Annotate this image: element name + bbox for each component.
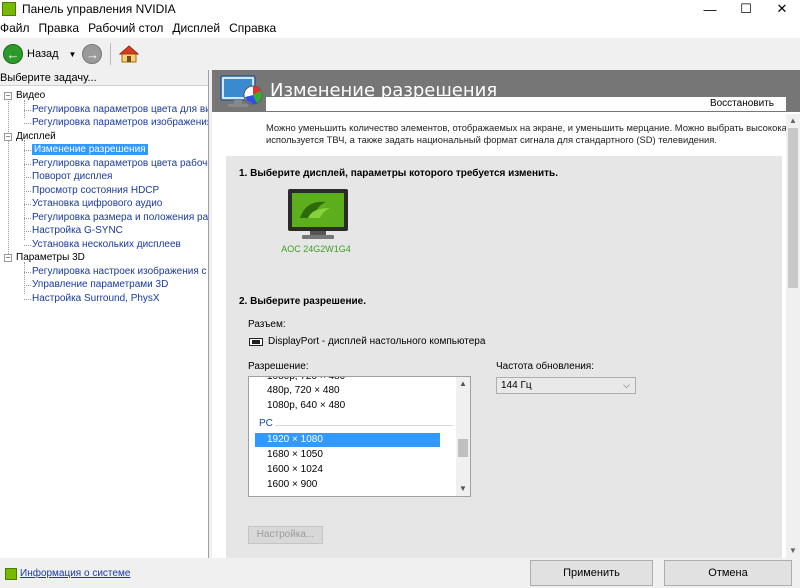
resolution-list-scrollbar[interactable]: ▲ ▼ [456, 377, 470, 496]
status-bar: Информация о системе Применить Отмена [0, 558, 800, 588]
resolution-group-pc: PC [259, 418, 273, 429]
menu-display[interactable]: Дисплей [170, 21, 227, 35]
tree-category-display[interactable]: − Дисплей [0, 130, 208, 144]
scroll-thumb[interactable] [458, 439, 468, 457]
collapse-icon[interactable]: − [4, 132, 12, 141]
scroll-down-icon[interactable]: ▼ [789, 546, 797, 555]
tree-item-rotate-display[interactable]: Поворот дисплея [0, 170, 208, 184]
menu-help[interactable]: Справка [227, 21, 283, 35]
tree-category-video[interactable]: − Видео [0, 89, 208, 103]
content-scrollbar[interactable]: ▲ ▼ [786, 114, 800, 558]
resolution-option[interactable]: 480p, 720 × 480 [267, 384, 340, 398]
menu-desktop[interactable]: Рабочий стол [86, 21, 170, 35]
connector-value: DisplayPort - дисплей настольного компью… [268, 336, 486, 347]
collapse-icon[interactable]: − [4, 92, 12, 100]
monitor-icon[interactable] [286, 188, 350, 240]
apply-button[interactable]: Применить [530, 560, 653, 586]
tree-item-digital-audio[interactable]: Установка цифрового аудио [0, 197, 208, 211]
page-description: Можно уменьшить количество элементов, от… [266, 122, 792, 145]
tree-item-surround-physx[interactable]: Настройка Surround, PhysX [0, 292, 208, 306]
tree-item-multiple-displays[interactable]: Установка нескольких дисплеев [0, 238, 208, 252]
system-info-icon[interactable] [5, 568, 17, 580]
resolution-option[interactable]: 1680 × 1050 [267, 448, 323, 462]
displayport-icon [249, 338, 263, 346]
refresh-rate-label: Частота обновления: [496, 361, 594, 372]
close-button[interactable]: ✕ [764, 0, 800, 18]
tree-item-video-image[interactable]: Регулировка параметров изображения д [0, 116, 208, 130]
scroll-down-icon[interactable]: ▼ [459, 484, 467, 493]
scroll-up-icon[interactable]: ▲ [789, 116, 797, 125]
resolution-label: Разрешение: [248, 361, 309, 372]
maximize-button[interactable]: ☐ [728, 0, 764, 18]
menu-edit[interactable]: Правка [37, 21, 87, 35]
window-title: Панель управления NVIDIA [22, 2, 176, 16]
toolbar: ← Назад ▼ → [0, 38, 800, 70]
back-arrow-icon[interactable]: ← [3, 44, 23, 64]
resolution-option[interactable]: 1080p, 720 × 480 [267, 377, 345, 384]
task-panel: Выберите задачу... − Видео Регулировка па… [0, 70, 209, 558]
step1-heading: 1. Выберите дисплей, параметры которого … [239, 168, 558, 179]
tree-item-image-settings-preview[interactable]: Регулировка настроек изображения с пр [0, 265, 208, 279]
cancel-button[interactable]: Отмена [664, 560, 792, 586]
settings-area: 1. Выберите дисплей, параметры которого … [226, 156, 782, 558]
step2-heading: 2. Выберите разрешение. [239, 296, 366, 307]
collapse-icon[interactable]: − [4, 254, 12, 262]
history-dropdown-icon[interactable]: ▼ [69, 50, 77, 59]
resolution-list[interactable]: 1080p, 720 × 480 480p, 720 × 480 1080p, … [248, 376, 471, 497]
content-panel: Изменение разрешения Восстановить Можно … [212, 70, 800, 558]
resolution-option[interactable]: 1080p, 640 × 480 [267, 399, 345, 413]
resolution-option-selected[interactable]: 1920 × 1080 [255, 433, 440, 447]
restore-bar: Восстановить [212, 94, 800, 114]
resolution-option[interactable]: 1600 × 1024 [267, 463, 323, 477]
customize-button[interactable]: Настройка... [248, 526, 323, 544]
tree-item-desktop-size[interactable]: Регулировка размера и положения рабо [0, 211, 208, 225]
window-controls: — ☐ ✕ [692, 0, 800, 18]
menu-bar: Файл Правка Рабочий стол Дисплей Справка [0, 18, 800, 38]
chevron-down-icon: ⌵ [623, 380, 630, 390]
nvidia-app-icon [2, 2, 16, 16]
menu-file[interactable]: Файл [0, 21, 37, 35]
forward-arrow-icon[interactable]: → [82, 44, 103, 64]
tree-category-3d[interactable]: − Параметры 3D [0, 251, 208, 265]
connector-label: Разъем: [248, 319, 286, 330]
tree-item-gsync[interactable]: Настройка G-SYNC [0, 224, 208, 238]
task-tree: − Видео Регулировка параметров цвета для … [0, 86, 208, 305]
back-button-label[interactable]: Назад [27, 48, 59, 60]
refresh-rate-select[interactable]: 144 Гц ⌵ [496, 377, 636, 394]
scroll-up-icon[interactable]: ▲ [459, 379, 467, 388]
tree-item-manage-3d[interactable]: Управление параметрами 3D [0, 278, 208, 292]
task-panel-header: Выберите задачу... [0, 70, 208, 86]
restore-defaults-link[interactable]: Восстановить [707, 97, 776, 110]
system-info-link[interactable]: Информация о системе [20, 568, 130, 579]
display-name[interactable]: AOC 24G2W1G4 [266, 244, 366, 254]
home-icon[interactable] [117, 42, 141, 66]
group-divider [275, 425, 453, 426]
tree-item-change-resolution[interactable]: Изменение разрешения [0, 143, 208, 157]
tree-item-hdcp-status[interactable]: Просмотр состояния HDCP [0, 184, 208, 198]
tree-item-video-color[interactable]: Регулировка параметров цвета для вид [0, 103, 208, 117]
toolbar-separator [110, 43, 112, 65]
resolution-option[interactable]: 1600 × 900 [267, 478, 317, 492]
title-bar: Панель управления NVIDIA — ☐ ✕ [0, 0, 800, 18]
tree-item-desktop-color[interactable]: Регулировка параметров цвета рабочег [0, 157, 208, 171]
scroll-thumb[interactable] [788, 128, 798, 288]
minimize-button[interactable]: — [692, 0, 728, 18]
